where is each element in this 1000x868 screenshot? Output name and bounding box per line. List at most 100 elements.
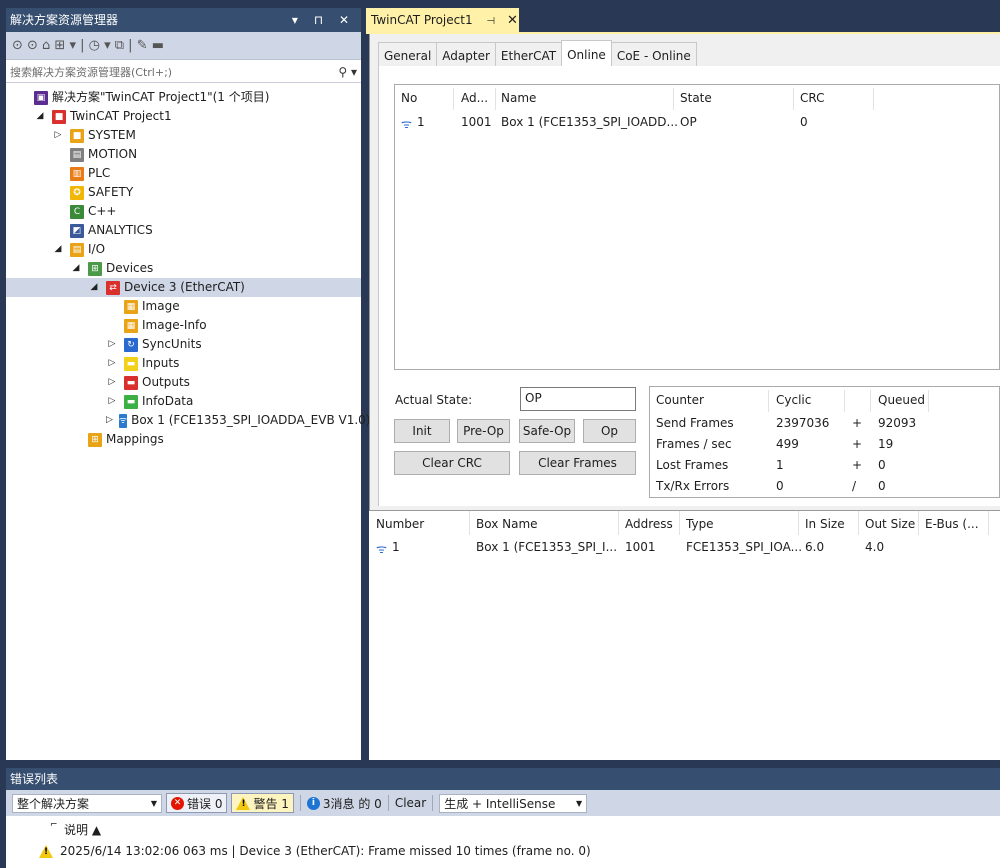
close-icon[interactable]: ✕ [507, 13, 518, 28]
tree-item[interactable]: ▥ PLC [6, 164, 361, 183]
devices-icon: ⊞ [88, 261, 102, 276]
cell-address: 1001 [461, 115, 492, 129]
tree-item[interactable]: ▷ ↻ SyncUnits [6, 335, 361, 354]
column-header-in-size[interactable]: In Size [805, 517, 845, 531]
solution-explorer-toolbar[interactable]: ⊙ ⊙ ⌂ ⊞ ▾ | ◷ ▾ ⧉ | ✎ ▬ [6, 32, 361, 60]
collapse-icon[interactable]: ◢ [34, 107, 46, 126]
expand-icon[interactable]: ▷ [106, 411, 113, 430]
collapse-icon[interactable]: ◢ [88, 278, 100, 297]
pin-icon[interactable]: ⊣ [486, 16, 495, 27]
device-box-list[interactable]: Number Box Name Address Type In Size Out… [369, 510, 1000, 760]
solution-explorer-search[interactable]: 搜索解决方案资源管理器(Ctrl+;) ⚲ ▾ [6, 61, 361, 83]
queued-send-frames: 92093 [878, 416, 917, 430]
column-divider [873, 88, 874, 110]
tree-item-label: Image-Info [142, 318, 207, 332]
tree-item[interactable]: ◢ ▤ I/O [6, 240, 361, 259]
tree-item[interactable]: ◩ ANALYTICS [6, 221, 361, 240]
tree-item[interactable]: ▷ ■ SYSTEM [6, 126, 361, 145]
tree-item[interactable]: ▣ 解决方案"TwinCAT Project1"(1 个项目) [6, 88, 361, 107]
tab-adapter[interactable]: Adapter [436, 42, 496, 67]
expand-icon[interactable]: ▷ [106, 392, 118, 411]
expand-icon[interactable]: ▷ [106, 373, 118, 392]
clear-frames-button[interactable]: Clear Frames [519, 451, 636, 475]
collapse-icon[interactable]: ◢ [70, 259, 82, 278]
tree-item[interactable]: ⊞ Mappings [6, 430, 361, 449]
preop-button[interactable]: Pre-Op [457, 419, 510, 443]
column-header-box-name[interactable]: Box Name [476, 517, 538, 531]
tree-item[interactable]: ▦ Image-Info [6, 316, 361, 335]
column-header-description[interactable]: 说明 ▲ [64, 821, 101, 838]
tree-item-label: 解决方案"TwinCAT Project1"(1 个项目) [52, 90, 270, 104]
toolbar-icons[interactable]: ⊙ ⊙ ⌂ ⊞ ▾ | ◷ ▾ ⧉ | ✎ ▬ [12, 38, 164, 53]
tree-item[interactable]: ▷ ᯤ Box 1 (FCE1353_SPI_IOADDA_EVB V1.0) [6, 411, 370, 430]
tab-ethercat[interactable]: EtherCAT [494, 42, 563, 67]
tree-item[interactable]: ▤ MOTION [6, 145, 361, 164]
collapse-icon[interactable]: ◢ [52, 240, 64, 259]
warnings-filter-label: 警告 1 [253, 796, 289, 811]
errors-filter-button[interactable]: ✕ 错误 0 [166, 793, 228, 813]
tree-item-label: Box 1 (FCE1353_SPI_IOADDA_EVB V1.0) [131, 413, 371, 427]
search-icon[interactable]: ⚲ ▾ [338, 65, 357, 79]
cell-address: 1001 [625, 540, 656, 554]
slave-state-list[interactable]: No Ad... Name State CRC ᯤ 1 1001 Box 1 (… [394, 84, 1000, 370]
op-button[interactable]: Op [583, 419, 636, 443]
error-list-row[interactable]: ! 2025/6/14 13:02:06 063 ms | Device 3 (… [6, 840, 1000, 862]
system-icon: ■ [70, 128, 84, 143]
panel-window-controls[interactable]: ▾ ⊓ ✕ [292, 8, 355, 32]
tab-coe-online[interactable]: CoE - Online [610, 42, 697, 67]
tree-item-label: SyncUnits [142, 337, 202, 351]
build-filter-select[interactable]: 生成 + IntelliSense ▼ [439, 793, 588, 813]
outputs-icon: ▬ [124, 375, 138, 390]
tree-item[interactable]: ◢ ■ TwinCAT Project1 [6, 107, 361, 126]
counter-lost-frames: Lost Frames [656, 458, 729, 472]
column-header-address[interactable]: Address [625, 517, 673, 531]
column-divider [918, 511, 919, 535]
tree-item[interactable]: ▷ ▬ InfoData [6, 392, 361, 411]
box-icon: ᯤ [376, 542, 387, 556]
column-header-out-size[interactable]: Out Size [865, 517, 915, 531]
slave-icon: ᯤ [401, 117, 412, 131]
column-divider [673, 88, 674, 110]
tab-general[interactable]: General [378, 42, 438, 67]
scope-select[interactable]: 整个解决方案 ▼ [12, 793, 162, 813]
column-header-name[interactable]: Name [501, 91, 536, 105]
column-header-type[interactable]: Type [686, 517, 714, 531]
property-tabs[interactable]: General Adapter EtherCAT Online CoE - On… [378, 40, 697, 67]
document-tab[interactable]: TwinCAT Project1 ⊣ ✕ [366, 8, 519, 32]
safety-icon: ✪ [70, 185, 84, 200]
tree-item[interactable]: ✪ SAFETY [6, 183, 361, 202]
tree-item-label: C++ [88, 204, 117, 218]
safeop-button[interactable]: Safe-Op [519, 419, 575, 443]
tree-item[interactable]: ▦ Image [6, 297, 361, 316]
expand-icon[interactable]: ▷ [52, 126, 64, 145]
tree-item[interactable]: ▷ ▬ Outputs [6, 373, 361, 392]
column-header-ebus[interactable]: E-Bus (... [925, 517, 979, 531]
search-input[interactable]: 搜索解决方案资源管理器(Ctrl+;) [10, 64, 172, 80]
tree-item-label: Device 3 (EtherCAT) [124, 280, 245, 294]
counter-header: Counter [656, 393, 704, 407]
warnings-filter-button[interactable]: ! 警告 1 [231, 793, 294, 813]
column-header-number[interactable]: Number [376, 517, 424, 531]
column-divider [988, 511, 989, 535]
expand-icon[interactable]: ▷ [106, 335, 118, 354]
clear-button[interactable]: Clear [395, 796, 426, 810]
init-button[interactable]: Init [394, 419, 450, 443]
column-header-state[interactable]: State [680, 91, 712, 105]
queued-header: Queued [878, 393, 926, 407]
tree-item[interactable]: ◢ ⊞ Devices [6, 259, 361, 278]
column-header-no[interactable]: No [401, 91, 417, 105]
cell-state: OP [680, 115, 697, 129]
error-list-toolbar: 整个解决方案 ▼ ✕ 错误 0 ! 警告 1 i 3消息 的 0 Clear 生… [6, 790, 1000, 816]
tree-item-label: SAFETY [88, 185, 134, 199]
clear-crc-button[interactable]: Clear CRC [394, 451, 510, 475]
tree-item[interactable]: C C++ [6, 202, 361, 221]
tab-online[interactable]: Online [561, 40, 612, 67]
column-divider [844, 390, 845, 412]
tree-item[interactable]: ◢ ⇄ Device 3 (EtherCAT) [6, 278, 361, 297]
error-icon: ✕ [171, 796, 184, 810]
tree-item[interactable]: ▷ ▬ Inputs [6, 354, 361, 373]
column-header-crc[interactable]: CRC [800, 91, 825, 105]
messages-filter-label[interactable]: 3消息 的 0 [323, 795, 382, 812]
column-header-address[interactable]: Ad... [461, 91, 488, 105]
expand-icon[interactable]: ▷ [106, 354, 118, 373]
